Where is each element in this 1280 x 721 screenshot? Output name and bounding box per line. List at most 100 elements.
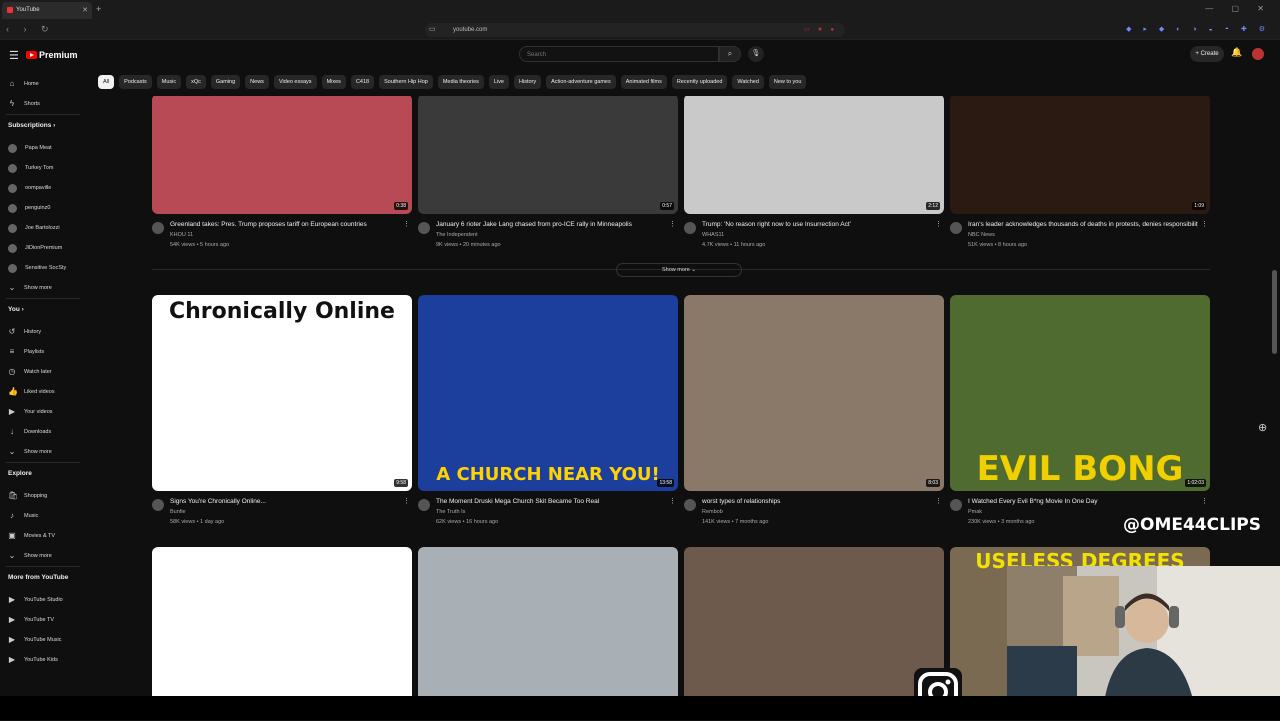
explore-show-more[interactable]: ⌄ Show more (8, 550, 82, 562)
sidebar-item-watch-later[interactable]: ◷ Watch later (8, 366, 82, 378)
more-options-icon[interactable]: ⋮ (1201, 497, 1208, 505)
chip-7[interactable]: Mixes (321, 75, 346, 89)
sidebar-item-youtube-app[interactable]: ▶ YouTube Kids (8, 654, 82, 666)
video-title[interactable]: worst types of relationships (702, 498, 932, 505)
you-header[interactable]: You › (8, 306, 24, 313)
video-title[interactable]: I Watched Every Evil B*ng Movie In One D… (968, 498, 1198, 505)
bell-icon[interactable]: 🔔 (1231, 47, 1242, 58)
chip-5[interactable]: News (245, 75, 269, 89)
extensions-icon[interactable]: ◆ ▸ ◆ ◐ ◑ ◒ ◓ ✚ ⚙ (1126, 25, 1270, 33)
chip-10[interactable]: Media theories (437, 75, 484, 89)
video-thumbnail[interactable] (684, 547, 944, 696)
more-from-youtube-header[interactable]: More from YouTube (8, 574, 68, 581)
sidebar-subscription[interactable]: JiDionPremium (8, 242, 82, 254)
video-title[interactable]: Trump: 'No reason right now to use Insur… (702, 221, 932, 228)
chip-16[interactable]: Watched (732, 75, 764, 89)
chip-1[interactable]: Podcasts (119, 75, 152, 89)
url-field[interactable]: ▭ youtube.com ▭ ★ ● (425, 23, 845, 37)
channel-avatar[interactable] (152, 499, 164, 511)
channel-name[interactable]: KHOU 11 (170, 232, 400, 238)
show-more-button[interactable]: Show more ⌄ (616, 263, 742, 277)
channel-name[interactable]: Rembob (702, 509, 932, 515)
chip-12[interactable]: History (514, 75, 542, 89)
sidebar-subscription[interactable]: Sensitive SocSty (8, 262, 82, 274)
channel-name[interactable]: The Truth Is (436, 509, 666, 515)
chip-8[interactable]: C418 (350, 75, 375, 89)
video-thumbnail[interactable]: 2:12 (684, 96, 944, 214)
more-options-icon[interactable]: ⋮ (403, 497, 410, 505)
nav-buttons[interactable]: ‹ › ↻ (6, 24, 55, 35)
sidebar-item-playlists[interactable]: ≡ Playlists (8, 346, 82, 358)
zoom-icon[interactable]: ⊕ (1258, 421, 1267, 434)
sidebar-subscription[interactable]: Joe Bartolozzi (8, 222, 82, 234)
create-button[interactable]: + Create (1190, 46, 1224, 62)
channel-avatar[interactable] (152, 222, 164, 234)
video-thumbnail[interactable]: A CHURCH NEAR YOU! 13:58 (418, 295, 678, 491)
sidebar-item-downloads[interactable]: ↓ Downloads (8, 426, 82, 438)
window-controls[interactable]: — ▢ ✕ (1205, 4, 1272, 13)
chip-11[interactable]: Live (488, 75, 509, 89)
sidebar-subscription[interactable]: penguinz0 (8, 202, 82, 214)
video-title[interactable]: Signs You're Chronically Online... (170, 498, 400, 505)
chip-4[interactable]: Gaming (210, 75, 241, 89)
sidebar-item-youtube-app[interactable]: ▶ YouTube Studio (8, 594, 82, 606)
channel-name[interactable]: The Independent (436, 232, 666, 238)
video-thumbnail[interactable]: 8:03 (684, 295, 944, 491)
new-tab-button[interactable]: + (96, 4, 101, 14)
video-title[interactable]: January 6 rioter Jake Lang chased from p… (436, 221, 666, 228)
sidebar-subscription[interactable]: Turkey Tom (8, 162, 82, 174)
sidebar-item-youtube-app[interactable]: ▶ YouTube Music (8, 634, 82, 646)
more-options-icon[interactable]: ⋮ (669, 497, 676, 505)
sidebar-subscription[interactable]: Papa Meat (8, 142, 82, 154)
sidebar-item-history[interactable]: ↺ History (8, 326, 82, 338)
avatar[interactable] (1252, 48, 1264, 60)
channel-avatar[interactable] (950, 499, 962, 511)
subs-show-more[interactable]: ⌄ Show more (8, 282, 82, 294)
more-options-icon[interactable]: ⋮ (669, 220, 676, 228)
channel-avatar[interactable] (950, 222, 962, 234)
video-title[interactable]: Greenland takes: Pres. Trump proposes ta… (170, 221, 400, 228)
sidebar-item-your-videos[interactable]: ▶ Your videos (8, 406, 82, 418)
channel-name[interactable]: NBC News (968, 232, 1198, 238)
channel-name[interactable]: Bunfie (170, 509, 400, 515)
channel-avatar[interactable] (418, 222, 430, 234)
explore-header[interactable]: Explore (8, 470, 32, 477)
sidebar-item-music[interactable]: ♪ Music (8, 510, 82, 522)
close-tab-icon[interactable]: ✕ (82, 6, 88, 14)
chip-0[interactable]: All (98, 75, 115, 89)
address-bar-actions-icon[interactable]: ▭ ★ ● (804, 26, 837, 33)
sidebar-item-movies-tv[interactable]: ▣ Movies & TV (8, 530, 82, 542)
sidebar-item-shorts[interactable]: ϟ Shorts (8, 98, 82, 110)
sidebar-subscription[interactable]: oompaville (8, 182, 82, 194)
chip-14[interactable]: Animated films (620, 75, 667, 89)
video-title[interactable]: Iran's leader acknowledges thousands of … (968, 221, 1198, 228)
sidebar-item-youtube-app[interactable]: ▶ YouTube TV (8, 614, 82, 626)
channel-avatar[interactable] (684, 222, 696, 234)
menu-icon[interactable]: ☰ (9, 49, 19, 62)
chip-15[interactable]: Recently uploaded (671, 75, 728, 89)
more-options-icon[interactable]: ⋮ (935, 497, 942, 505)
page-scrollbar[interactable] (1272, 270, 1277, 354)
video-thumbnail[interactable] (418, 547, 678, 696)
search-input[interactable]: Search (519, 46, 719, 62)
more-options-icon[interactable]: ⋮ (1201, 220, 1208, 228)
sidebar-item-liked-videos[interactable]: 👍 Liked videos (8, 386, 82, 398)
subscriptions-header[interactable]: Subscriptions › (8, 122, 55, 129)
browser-tab[interactable]: YouTube ✕ (2, 2, 92, 19)
sidebar-item-home[interactable]: ⌂ Home (8, 78, 82, 90)
video-thumbnail[interactable] (152, 547, 412, 696)
video-thumbnail[interactable]: 1:09 (950, 96, 1210, 214)
mic-icon[interactable]: 🎙 (748, 46, 764, 62)
channel-avatar[interactable] (684, 499, 696, 511)
site-info-icon[interactable]: ▭ (429, 25, 436, 33)
chip-13[interactable]: Action-adventure games (546, 75, 616, 89)
more-options-icon[interactable]: ⋮ (403, 220, 410, 228)
more-options-icon[interactable]: ⋮ (935, 220, 942, 228)
channel-avatar[interactable] (418, 499, 430, 511)
channel-name[interactable]: WHAS11 (702, 232, 932, 238)
youtube-premium-logo[interactable]: Premium (26, 49, 78, 61)
chip-9[interactable]: Southern Hip Hop (379, 75, 433, 89)
video-title[interactable]: The Moment Druski Mega Church Skit Becam… (436, 498, 666, 505)
chip-3[interactable]: xQc (186, 75, 206, 89)
video-thumbnail[interactable]: 0:38 (152, 96, 412, 214)
